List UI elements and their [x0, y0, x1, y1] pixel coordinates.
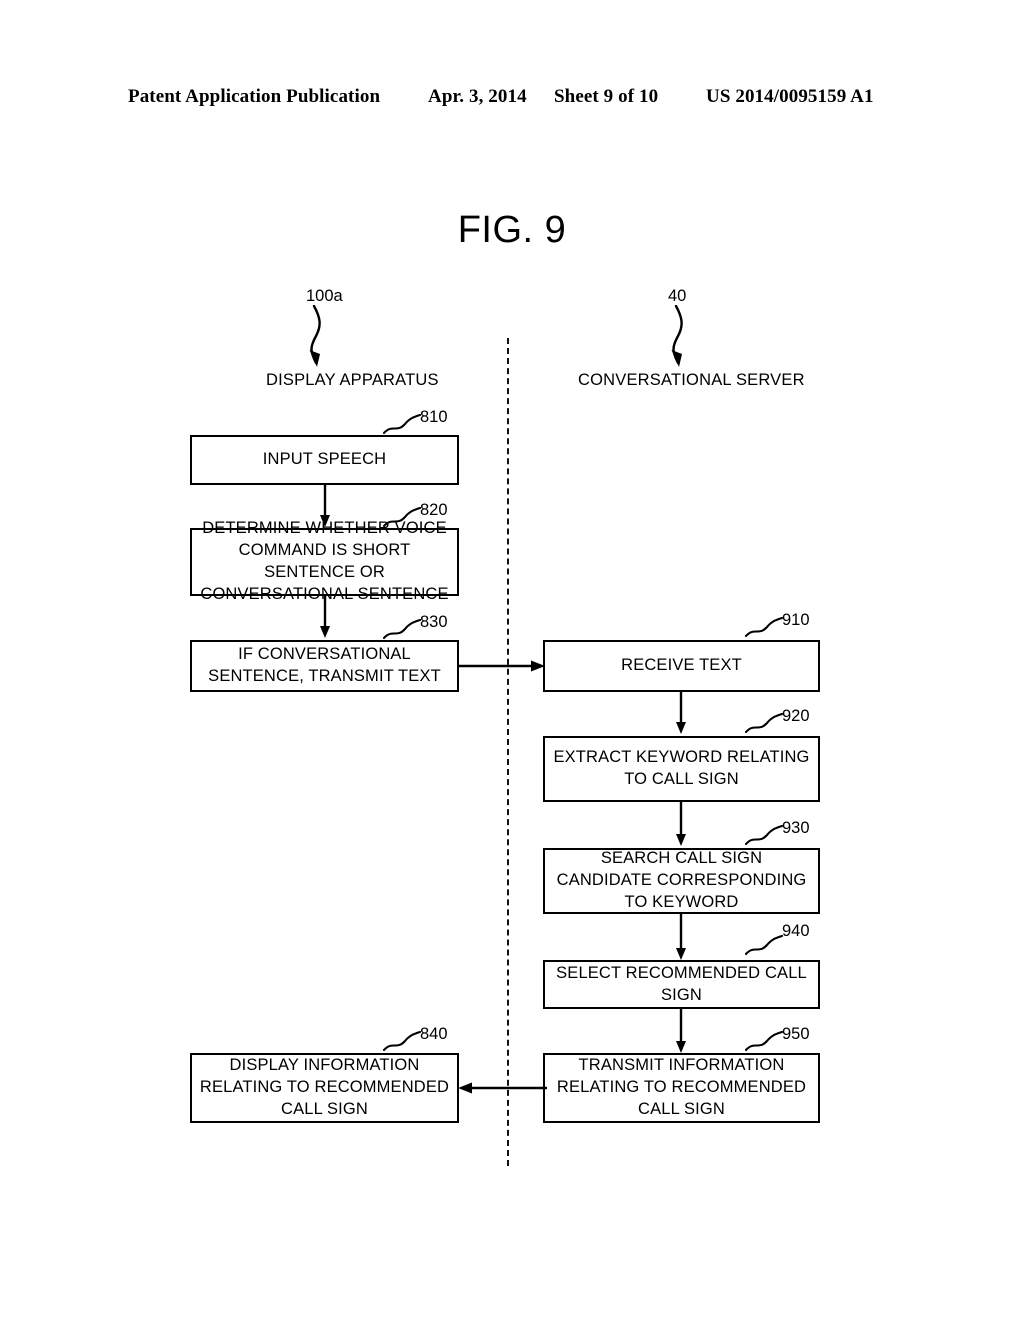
step-box-910: RECEIVE TEXT [543, 640, 820, 692]
step-ref-810: 810 [420, 408, 448, 426]
page-header: Patent Application Publication Apr. 3, 2… [0, 86, 1024, 116]
step-box-930: SEARCH CALL SIGN CANDIDATE CORRESPONDING… [543, 848, 820, 914]
header-sheet-text: Sheet 9 of 10 [554, 86, 659, 107]
leader-squiggle-820 [382, 506, 423, 535]
step-ref-940: 940 [782, 922, 810, 940]
step-box-820: DETERMINE WHETHER VOICE COMMAND IS SHORT… [190, 519, 459, 603]
step-box-940: SELECT RECOMMENDED CALL SIGN [543, 960, 820, 1009]
step-box-810: INPUT SPEECH [190, 435, 459, 485]
step-ref-930: 930 [782, 819, 810, 837]
header-patent-number: US 2014/0095159 A1 [706, 86, 874, 107]
arrow-910-to-920 [673, 692, 689, 741]
lane-leader-arrow-left-icon [300, 304, 340, 376]
header-publication-text: Patent Application Publication [128, 86, 381, 107]
leader-squiggle-930 [744, 824, 785, 853]
step-box-920: EXTRACT KEYWORD RELATING TO CALL SIGN [543, 736, 820, 802]
step-box-950-text: TRANSMIT INFORMATION RELATING TO RECOMME… [556, 1056, 807, 1118]
step-box-950: TRANSMIT INFORMATION RELATING TO RECOMME… [543, 1053, 820, 1123]
step-box-920-text: EXTRACT KEYWORD RELATING TO CALL SIGN [553, 748, 810, 788]
step-ref-920: 920 [782, 707, 810, 725]
leader-squiggle-840 [382, 1030, 423, 1059]
leader-squiggle-950 [744, 1030, 785, 1059]
lane-ref-display-apparatus: 100a [306, 287, 343, 305]
step-box-840: DISPLAY INFORMATION RELATING TO RECOMMEN… [190, 1053, 459, 1123]
step-box-910-text: RECEIVE TEXT [621, 656, 742, 675]
step-box-810-text: INPUT SPEECH [262, 450, 387, 469]
lane-leader-arrow-right-icon [662, 304, 702, 376]
header-date-text: Apr. 3, 2014 [428, 86, 527, 107]
leader-squiggle-940 [744, 934, 785, 963]
leader-squiggle-910 [744, 616, 785, 645]
lane-label-display-apparatus: DISPLAY APPARATUS [266, 371, 439, 389]
step-ref-830: 830 [420, 613, 448, 631]
lane-divider [507, 338, 509, 1166]
arrow-920-to-930 [673, 802, 689, 853]
figure-title: FIG. 9 [457, 209, 567, 251]
arrow-950-to-840 [457, 1077, 547, 1104]
step-ref-840: 840 [420, 1025, 448, 1043]
step-box-930-text: SEARCH CALL SIGN CANDIDATE CORRESPONDING… [556, 849, 807, 911]
step-box-940-text: SELECT RECOMMENDED CALL SIGN [556, 963, 807, 1004]
step-ref-820: 820 [420, 501, 448, 519]
step-box-830: IF CONVERSATIONAL SENTENCE, TRANSMIT TEX… [190, 640, 459, 692]
step-box-830-text: IF CONVERSATIONAL SENTENCE, TRANSMIT TEX… [208, 645, 441, 685]
leader-squiggle-810 [382, 413, 423, 442]
step-box-840-text: DISPLAY INFORMATION RELATING TO RECOMMEN… [199, 1056, 450, 1118]
step-ref-950: 950 [782, 1025, 810, 1043]
arrow-820-to-830 [317, 596, 333, 645]
leader-squiggle-830 [382, 618, 423, 647]
arrow-830-to-910 [457, 655, 547, 682]
lane-ref-conversational-server: 40 [668, 287, 687, 305]
leader-squiggle-920 [744, 712, 785, 741]
step-ref-910: 910 [782, 611, 810, 629]
lane-label-conversational-server: CONVERSATIONAL SERVER [578, 371, 805, 389]
